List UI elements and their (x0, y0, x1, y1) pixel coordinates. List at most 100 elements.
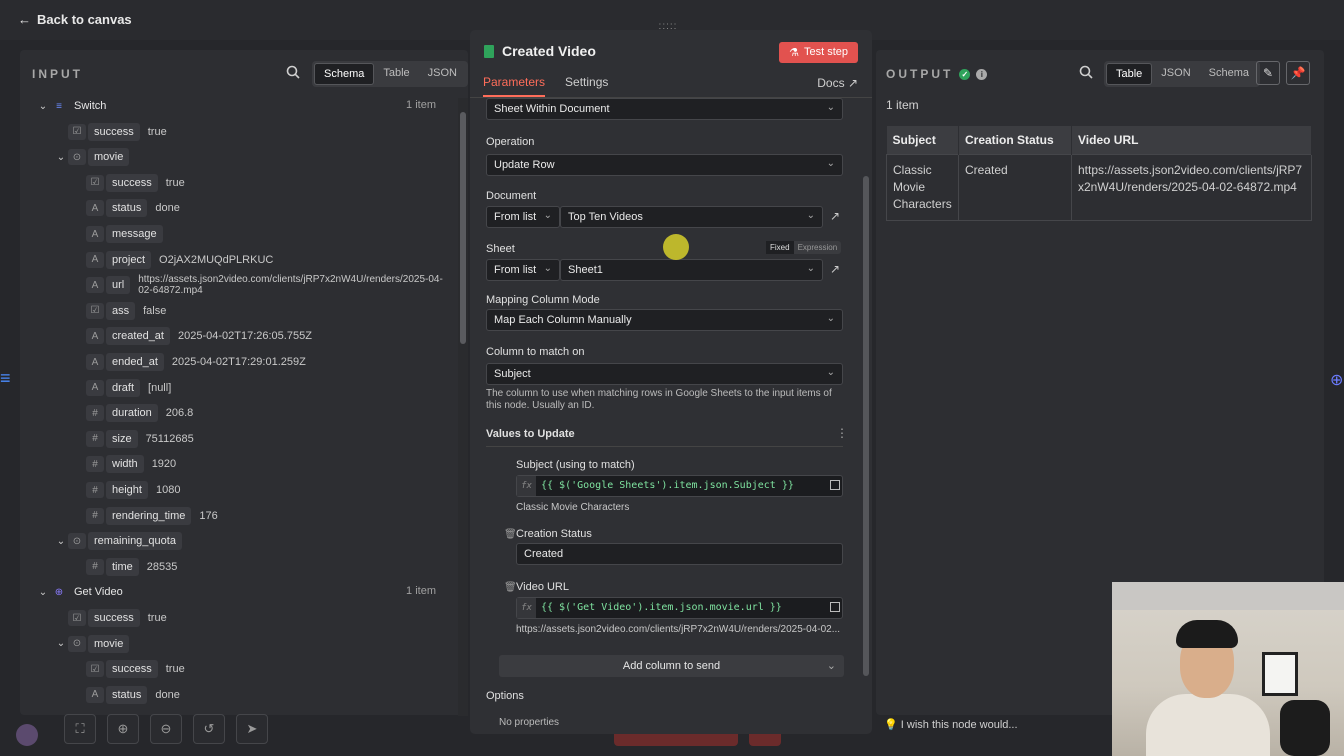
chevron-down-icon[interactable]: ⌄ (54, 152, 68, 163)
object-icon: ⊙ (68, 149, 86, 166)
globe-icon[interactable]: ⊕ (1330, 370, 1344, 394)
number-icon: # (86, 430, 104, 447)
scroll-thumb[interactable] (863, 176, 869, 676)
tab-settings[interactable]: Settings (565, 75, 608, 97)
video-url-expression-input[interactable]: fx {{ $('Get Video').item.json.movie.url … (516, 597, 843, 619)
match-help-text: The column to use when matching rows in … (486, 388, 832, 411)
zoom-out-icon[interactable]: ⊖ (150, 714, 182, 744)
tab-table[interactable]: Table (1106, 63, 1153, 85)
subject-result: Classic Movie Characters (516, 502, 630, 513)
test-step-button[interactable]: ⚗ Test step (779, 42, 858, 63)
table-cell: https://assets.json2video.com/clients/jR… (1071, 154, 1312, 221)
mapping-select[interactable]: Map Each Column Manually ⌄ (486, 309, 843, 331)
scroll-thumb[interactable] (460, 112, 466, 344)
node-title: Created Video (484, 43, 596, 59)
open-document-icon[interactable]: ↗ (830, 209, 844, 223)
number-icon: # (86, 507, 104, 524)
fixed-expression-toggle[interactable]: Fixed Expression (766, 241, 842, 254)
execute-button[interactable] (614, 734, 738, 746)
tree-value: 1920 (151, 458, 177, 471)
edit-pencil-icon[interactable]: ✎ (1256, 61, 1280, 85)
string-icon: A (86, 354, 104, 370)
chevron-down-icon[interactable]: ⌄ (54, 536, 68, 547)
boolean-icon: ☑ (86, 174, 104, 191)
column-header: Subject (886, 126, 959, 155)
tree-field[interactable]: ⌄ ⊙ movie (54, 146, 130, 168)
expand-icon[interactable] (830, 602, 840, 612)
chevron-down-icon[interactable]: ⌄ (36, 587, 50, 598)
tab-schema[interactable]: Schema (1200, 63, 1258, 85)
string-icon: A (86, 251, 104, 268)
document-mode-select[interactable]: From list ⌄ (486, 206, 560, 228)
sheet-mode-select[interactable]: From list ⌄ (486, 259, 560, 281)
tree-key: success (88, 122, 140, 141)
webcam-overlay (1112, 582, 1344, 756)
chevron-down-icon: ⌄ (826, 158, 835, 169)
delete-button[interactable] (749, 734, 781, 746)
tab-table[interactable]: Table (374, 63, 418, 85)
fit-view-icon[interactable]: ⛶ (64, 714, 96, 744)
chevron-down-icon: ⌄ (826, 367, 835, 378)
feedback-label: I wish this node would... (900, 719, 1018, 731)
match-select[interactable]: Subject ⌄ (486, 363, 843, 385)
tab-json[interactable]: JSON (419, 63, 466, 85)
tree-key: project (106, 250, 152, 269)
tree-key: Switch (74, 100, 107, 112)
back-to-canvas-button[interactable]: ← Back to canvas (18, 12, 132, 27)
tree-value: O2jAX2MUQdPLRKUC (159, 253, 274, 266)
zoom-in-icon[interactable]: ⊕ (107, 714, 139, 744)
docs-link[interactable]: Docs ↗ (817, 76, 858, 90)
toggle-fixed[interactable]: Fixed (766, 241, 794, 254)
column-header: Creation Status (958, 126, 1072, 155)
cursor-icon[interactable]: ➤ (236, 714, 268, 744)
trash-icon[interactable]: 🗑 (504, 582, 517, 593)
search-icon[interactable] (286, 65, 300, 79)
tree-node[interactable]: ⌄ ⊕ Get Video (36, 581, 123, 603)
sheet-value: Sheet1 (568, 264, 603, 276)
document-select[interactable]: Top Ten Videos ⌄ (560, 206, 823, 228)
tree-field[interactable]: ⌄ ⊙ remaining_quota (54, 530, 182, 552)
sheet-within-select[interactable]: Sheet Within Document ⌄ (486, 98, 843, 120)
tab-parameters[interactable]: Parameters (483, 75, 546, 97)
tab-json[interactable]: JSON (1152, 63, 1199, 85)
open-sheet-icon[interactable]: ↗ (830, 262, 844, 276)
trash-icon[interactable]: 🗑 (504, 529, 517, 540)
toggle-expression[interactable]: Expression (794, 241, 842, 254)
menu-icon[interactable]: ≡ (0, 368, 11, 392)
add-column-button[interactable]: Add column to send ⌄ (499, 655, 844, 677)
pin-icon[interactable]: 📌 (1286, 61, 1310, 85)
feedback-link[interactable]: 💡 I wish this node would... (884, 718, 1018, 731)
item-count: 1 item (406, 585, 436, 598)
webcam-microphone (1280, 700, 1330, 756)
tree-key: url (106, 276, 131, 295)
tree-key: created_at (106, 327, 170, 346)
subject-field-label: Subject (using to match) (516, 459, 635, 471)
tree-node[interactable]: ⌄ ≡ Switch (36, 95, 107, 117)
item-count: 1 item (406, 99, 436, 111)
parameters-scrollbar[interactable] (861, 96, 871, 732)
chevron-down-icon[interactable]: ⌄ (54, 638, 68, 649)
tree-key: movie (88, 148, 130, 167)
docs-label: Docs (817, 76, 845, 90)
search-icon[interactable] (1079, 65, 1093, 79)
tree-field: Aurl https://assets.json2video.com/client… (72, 274, 448, 296)
object-icon: ⊙ (68, 635, 86, 652)
tree-key: size (106, 429, 138, 448)
expand-icon[interactable] (830, 480, 840, 490)
chevron-down-icon: ⌄ (826, 660, 836, 672)
undo-icon[interactable]: ↺ (193, 714, 225, 744)
input-scrollbar[interactable] (458, 98, 468, 716)
avatar[interactable] (16, 724, 38, 746)
drag-handle[interactable]: ::::: (645, 21, 691, 33)
more-options-icon[interactable]: ⋮ (836, 426, 848, 440)
subject-expression-input[interactable]: fx {{ $('Google Sheets').item.json.Subjec… (516, 475, 843, 497)
sheet-select[interactable]: Sheet1 ⌄ (560, 259, 823, 281)
operation-select[interactable]: Update Row ⌄ (486, 154, 843, 176)
info-icon[interactable]: i (976, 68, 988, 80)
tree-value: 206.8 (165, 407, 194, 420)
chevron-down-icon[interactable]: ⌄ (36, 101, 50, 112)
creation-status-input[interactable]: Created (516, 543, 843, 565)
output-title: OUTPUT ✓ i (886, 67, 988, 81)
tree-field[interactable]: ⌄ ⊙ movie (54, 633, 130, 655)
tab-schema[interactable]: Schema (314, 63, 375, 85)
